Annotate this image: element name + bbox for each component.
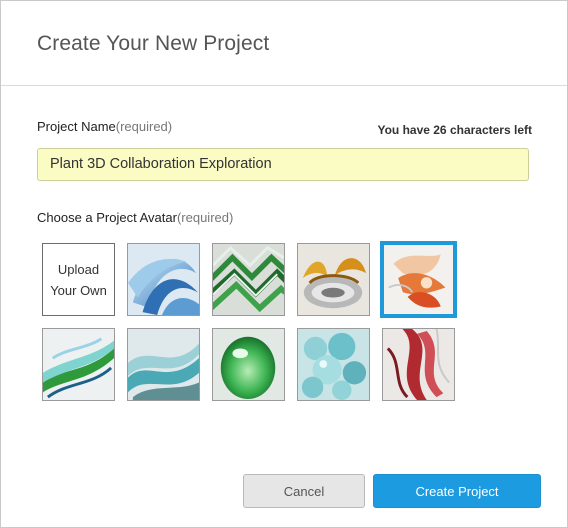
avatar-label-text: Choose a Project Avatar (37, 210, 177, 225)
dialog-title: Create Your New Project (37, 32, 270, 55)
avatar-tile-aqua-bubbles[interactable] (297, 328, 370, 401)
blue-ribbon-image (128, 244, 199, 315)
green-twist-image (43, 329, 114, 400)
project-name-input[interactable]: Plant 3D Collaboration Exploration (37, 148, 529, 181)
project-name-required: (required) (115, 119, 173, 134)
project-name-label: Project Name(required) (37, 119, 172, 134)
avatar-tile-teal-glass-waves[interactable] (127, 328, 200, 401)
aqua-bubbles-image (298, 329, 369, 400)
dialog-header: Create Your New Project (1, 1, 567, 86)
upload-line-1: Upload (57, 261, 100, 277)
avatar-label: Choose a Project Avatar(required) (37, 210, 233, 225)
green-chevron-image (213, 244, 284, 315)
avatar-tile-green-chevron-pattern[interactable] (212, 243, 285, 316)
teal-waves-image (128, 329, 199, 400)
create-project-button[interactable]: Create Project (373, 474, 541, 508)
avatar-required: (required) (176, 210, 234, 225)
green-orb-image (213, 329, 284, 400)
avatar-tile-green-glass-twist[interactable] (42, 328, 115, 401)
create-project-dialog: Create Your New Project Project Name(req… (0, 0, 568, 528)
cancel-button[interactable]: Cancel (243, 474, 365, 508)
avatar-tile-orange-glass-sculpture[interactable] (380, 241, 457, 318)
project-name-label-text: Project Name (37, 119, 116, 134)
characters-left-counter: You have 26 characters left (377, 123, 532, 137)
avatar-tile-red-ribbon-twist[interactable] (382, 328, 455, 401)
orange-glass-image (384, 245, 453, 314)
avatar-tile-blue-ribbon-swirl[interactable] (127, 243, 200, 316)
avatar-tile-green-droplet-orb[interactable] (212, 328, 285, 401)
upload-line-2: Your Own (50, 282, 107, 298)
avatar-tile-gold-chrome-petals[interactable] (297, 243, 370, 316)
red-ribbon-image (383, 329, 454, 400)
upload-own-avatar-button[interactable]: Upload Your Own (42, 243, 115, 316)
gold-chrome-image (298, 244, 369, 315)
